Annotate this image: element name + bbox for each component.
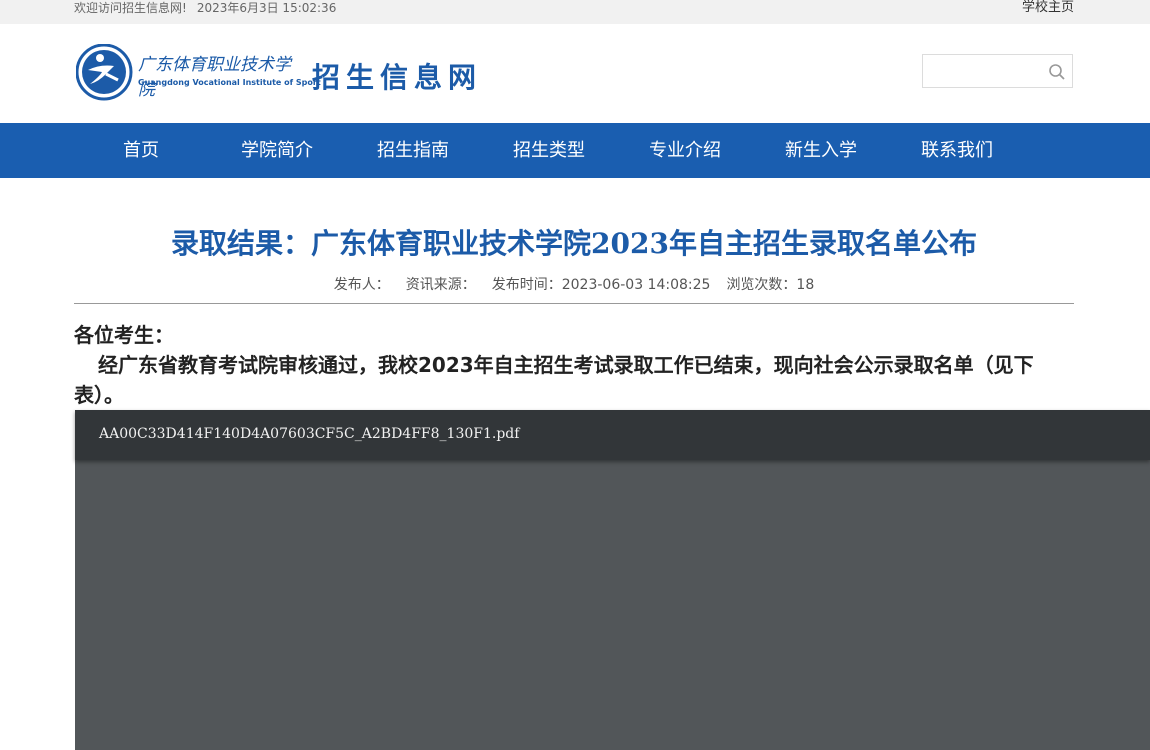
article-body: 各位考生： 经广东省教育考试院审核通过，我校2023年自主招生考试录取工作已结束…: [74, 320, 1034, 410]
site-name: 招生信息网: [312, 61, 483, 94]
meta-publish-time: 发布时间：2023-06-03 14:08:25: [491, 277, 711, 293]
nav-item-majors[interactable]: 专业介绍: [630, 123, 740, 178]
meta-publisher: 发布人：: [333, 277, 390, 293]
title-divider: [74, 303, 1074, 304]
nav-item-contact[interactable]: 联系我们: [902, 123, 1012, 178]
meta-views: 浏览次数：18: [726, 277, 815, 293]
pdf-filename: AA00C33D414F140D4A07603CF5C_A2BD4FF8_130…: [99, 426, 520, 442]
search-input[interactable]: [923, 55, 1055, 87]
welcome-message: 欢迎访问招生信息网!: [74, 1, 187, 15]
school-logo[interactable]: 广东体育职业技术学院 Guangdong Vocational Institut…: [75, 43, 321, 104]
site-header: 广东体育职业技术学院 Guangdong Vocational Institut…: [0, 24, 1150, 123]
current-datetime: 2023年6月3日 15:02:36: [196, 1, 337, 15]
article-paragraph: 经广东省教育考试院审核通过，我校2023年自主招生考试录取工作已结束，现向社会公…: [74, 353, 1034, 407]
logo-name-cn: 广东体育职业技术学院: [138, 55, 291, 100]
nav-item-freshman[interactable]: 新生入学: [766, 123, 876, 178]
greeting: 各位考生：: [74, 323, 174, 347]
pdf-viewer[interactable]: AA00C33D414F140D4A07603CF5C_A2BD4FF8_130…: [75, 410, 1150, 750]
search-icon[interactable]: [1048, 63, 1066, 81]
logo-name-en: Guangdong Vocational Institute of Sport: [138, 78, 321, 87]
school-home-link[interactable]: 学校主页: [1022, 0, 1074, 16]
welcome-text: 欢迎访问招生信息网! 2023年6月3日 15:02:36: [74, 0, 346, 16]
pdf-toolbar: AA00C33D414F140D4A07603CF5C_A2BD4FF8_130…: [75, 410, 1150, 460]
main-nav: 首页 学院简介 招生指南 招生类型 专业介绍 新生入学 联系我们: [0, 123, 1150, 178]
nav-item-admission-guide[interactable]: 招生指南: [358, 123, 468, 178]
article-meta: 发布人： 资讯来源： 发布时间：2023-06-03 14:08:25 浏览次数：18: [74, 274, 1074, 294]
search-box: [922, 54, 1073, 88]
nav-item-college-intro[interactable]: 学院简介: [222, 123, 332, 178]
article-title: 录取结果：广东体育职业技术学院2023年自主招生录取名单公布: [171, 227, 977, 260]
meta-source: 资讯来源：: [405, 277, 476, 293]
nav-item-home[interactable]: 首页: [86, 123, 196, 178]
top-bar: 欢迎访问招生信息网! 2023年6月3日 15:02:36 学校主页: [0, 0, 1150, 24]
nav-item-admission-types[interactable]: 招生类型: [494, 123, 604, 178]
